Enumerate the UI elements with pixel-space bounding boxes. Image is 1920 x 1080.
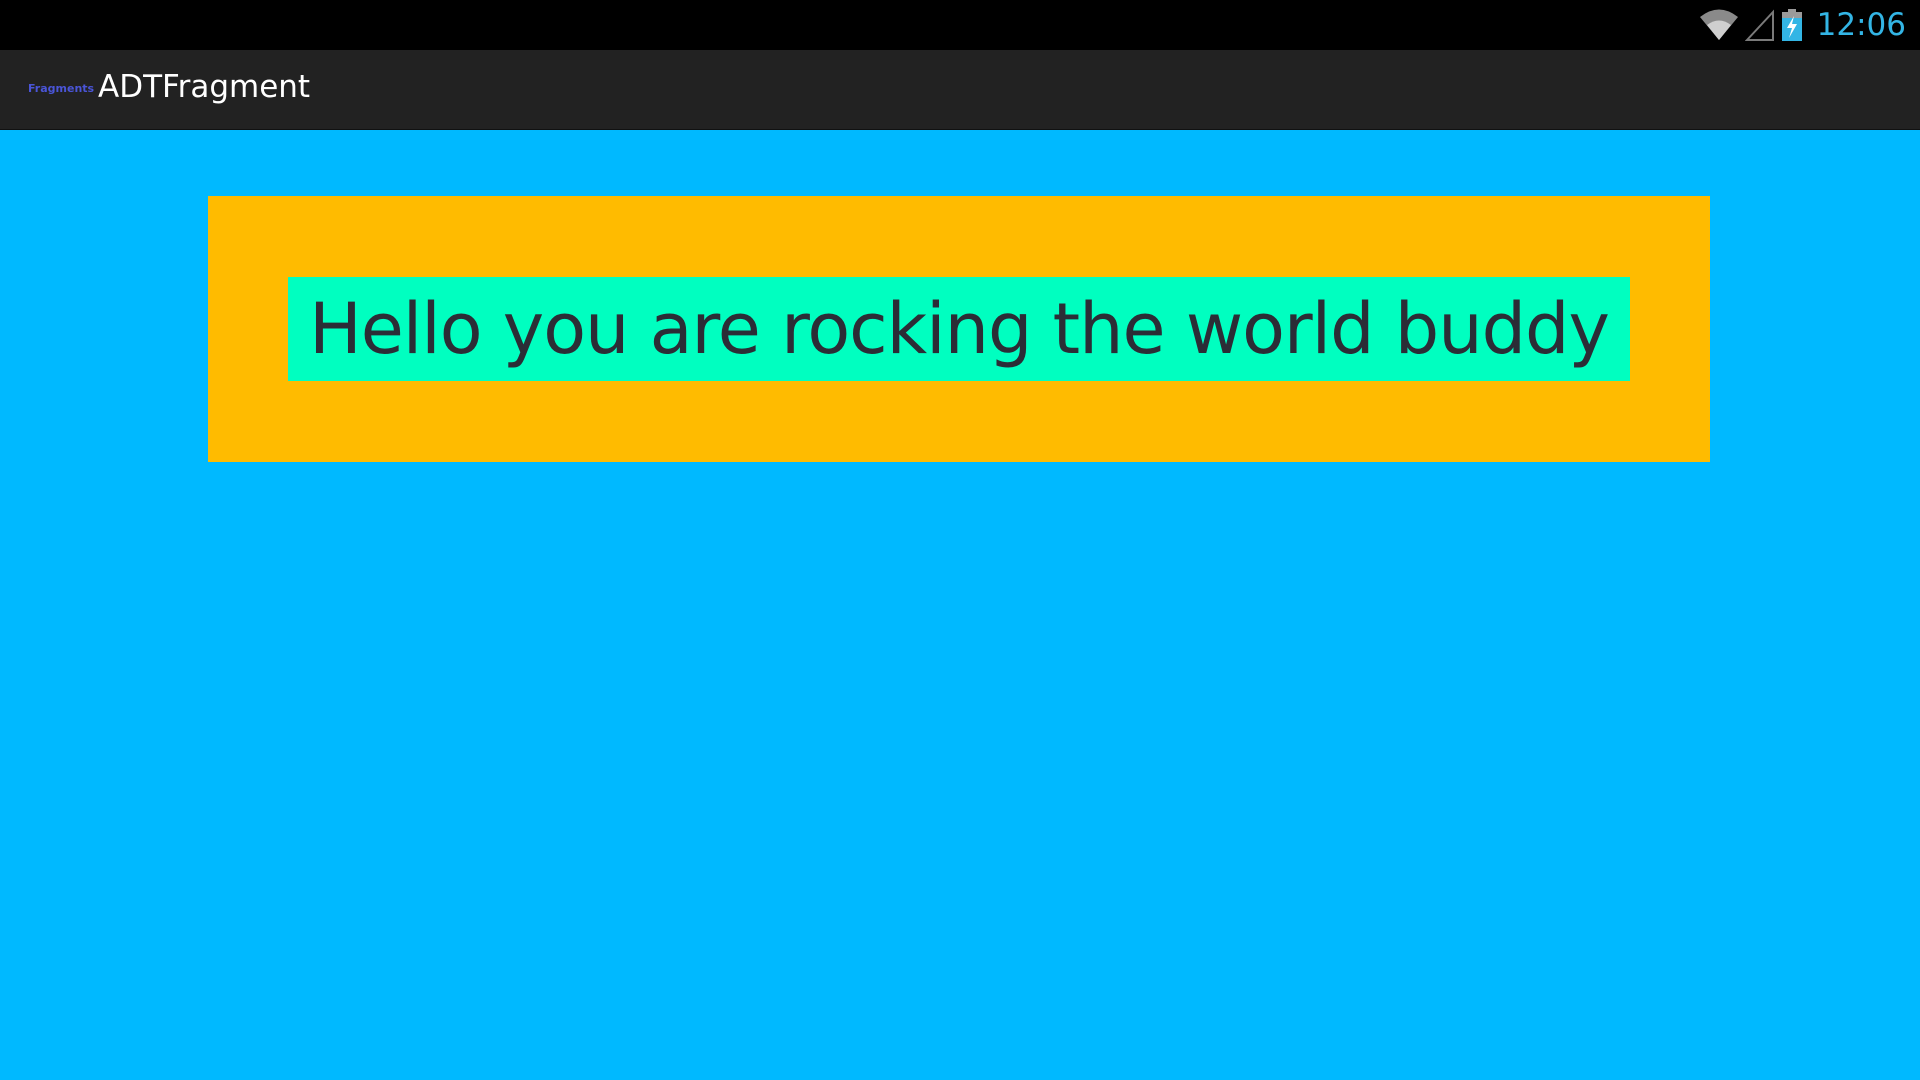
app-title: ADTFragment bbox=[98, 69, 311, 105]
status-clock: 12:06 bbox=[1816, 7, 1906, 43]
status-icons: 12:06 bbox=[1699, 0, 1906, 50]
fragment-container: Hello you are rocking the world buddy bbox=[208, 196, 1710, 462]
hello-text: Hello you are rocking the world buddy bbox=[288, 277, 1630, 381]
action-bar: Fragments ADTFragment bbox=[0, 50, 1920, 130]
wifi-icon bbox=[1699, 8, 1739, 42]
app-screen: 12:06 Fragments ADTFragment Hello you ar… bbox=[0, 0, 1920, 1080]
status-bar: 12:06 bbox=[0, 0, 1920, 50]
app-icon[interactable]: Fragments bbox=[28, 82, 94, 95]
battery-charging-icon bbox=[1781, 8, 1803, 42]
signal-icon bbox=[1744, 8, 1775, 42]
